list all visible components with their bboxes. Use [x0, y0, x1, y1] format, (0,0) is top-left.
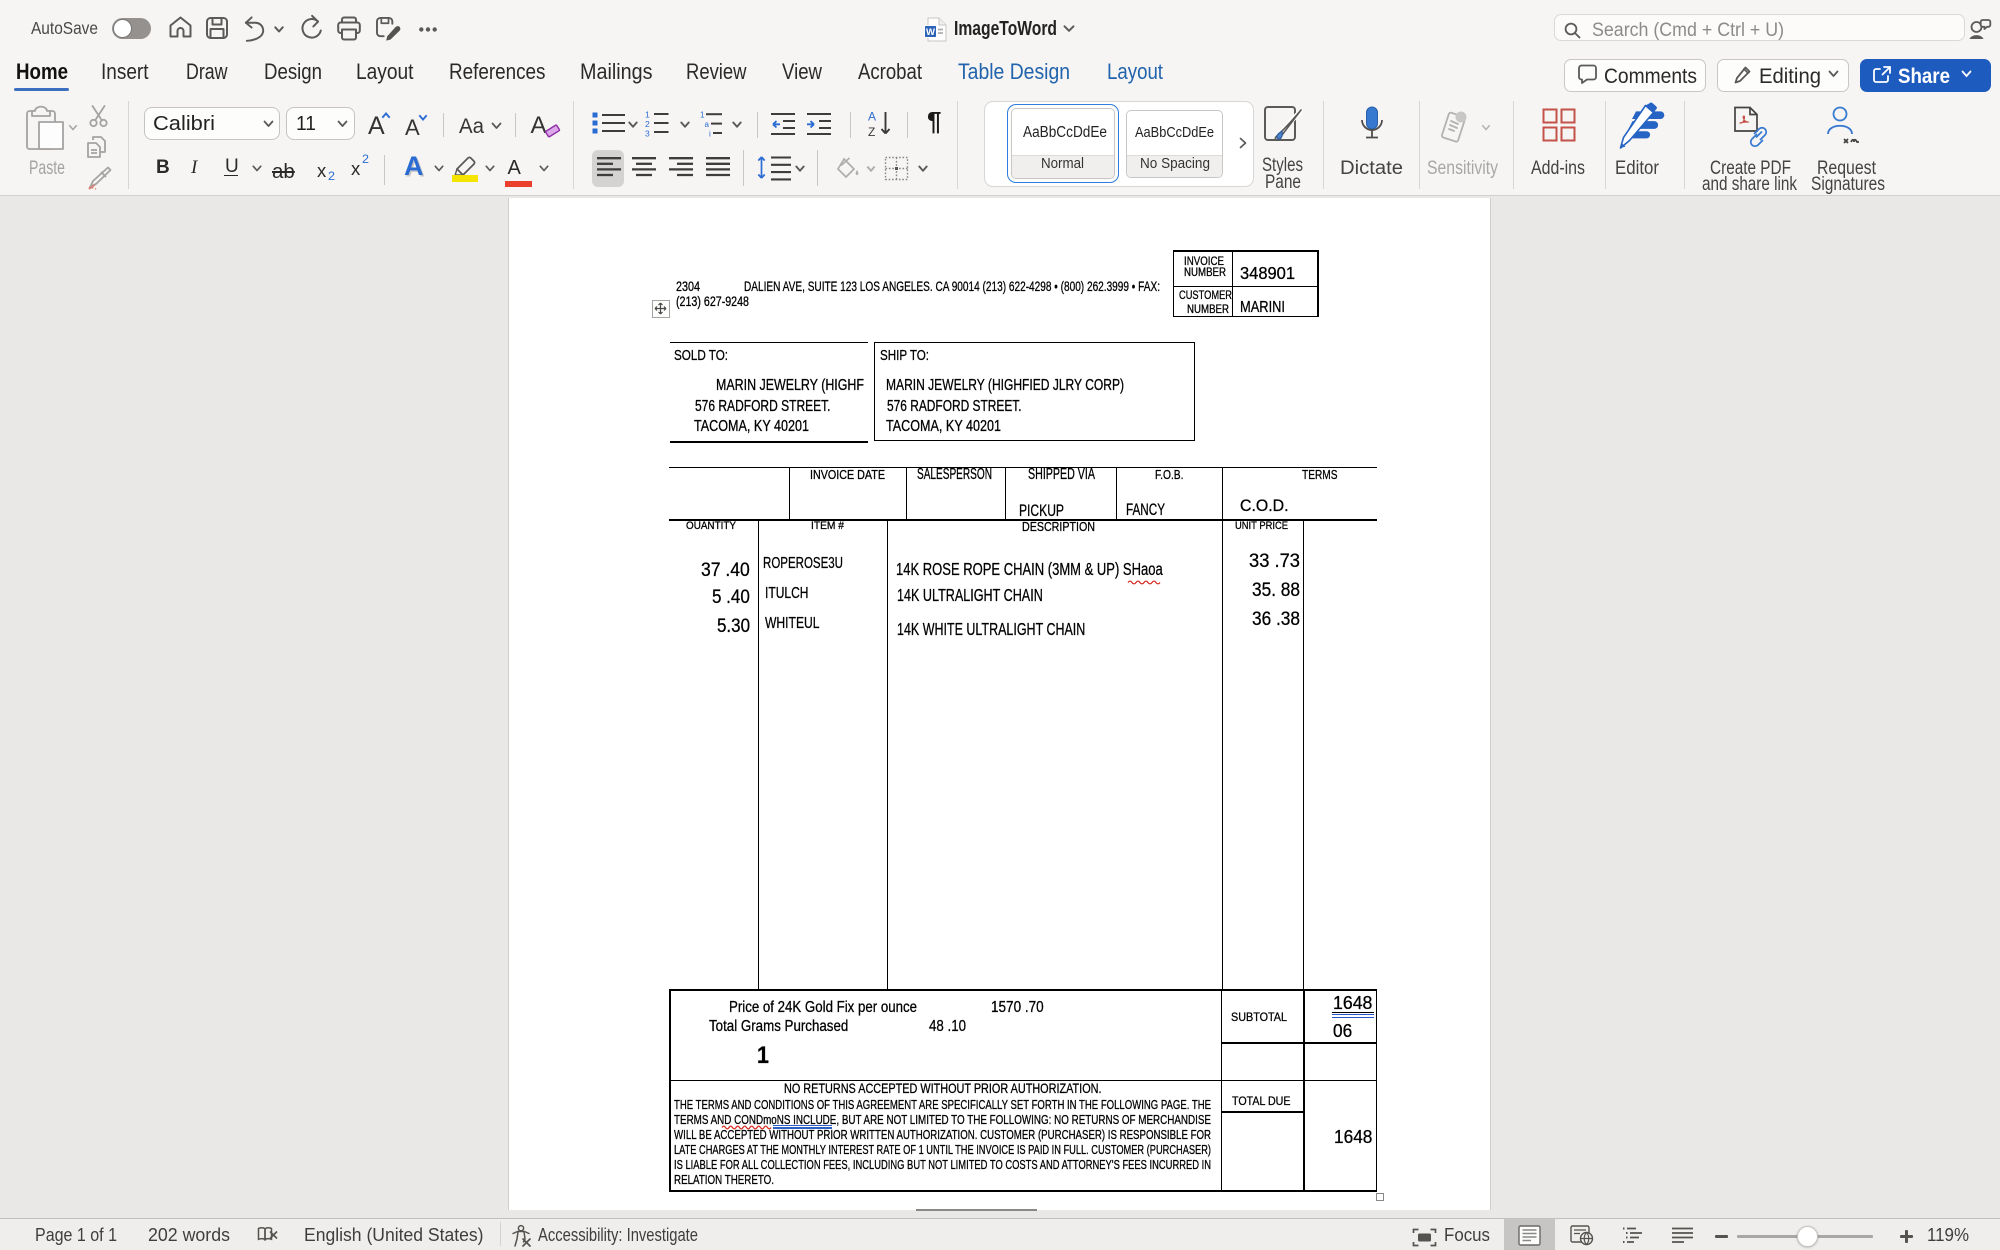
svg-text:1: 1	[645, 110, 650, 120]
svg-text:W: W	[926, 27, 935, 38]
svg-text:A: A	[868, 110, 876, 124]
svg-text:3: 3	[645, 129, 650, 139]
svg-text:1: 1	[700, 111, 705, 120]
svg-text:2: 2	[645, 119, 650, 129]
svg-text:i: i	[709, 130, 711, 139]
svg-text:a: a	[705, 120, 710, 129]
svg-text:Z: Z	[868, 125, 875, 139]
